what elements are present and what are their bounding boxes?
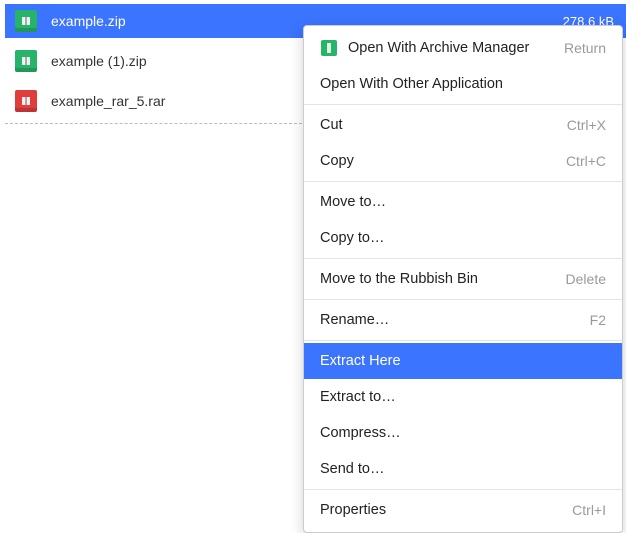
menu-item-label: Copy [320,153,566,169]
menu-item-extract-here[interactable]: Extract Here [304,343,622,379]
menu-item-extract-to[interactable]: Extract to… [304,379,622,415]
menu-item-shortcut: Ctrl+C [566,153,606,169]
menu-item-shortcut: Return [564,40,606,56]
menu-item-properties[interactable]: PropertiesCtrl+I [304,492,622,528]
menu-item-cut[interactable]: CutCtrl+X [304,107,622,143]
menu-item-rename[interactable]: Rename…F2 [304,302,622,338]
rar-file-icon [15,90,37,112]
menu-item-move-to-the-rubbish-bin[interactable]: Move to the Rubbish BinDelete [304,261,622,297]
menu-item-label: Move to the Rubbish Bin [320,271,566,287]
menu-item-move-to[interactable]: Move to… [304,184,622,220]
menu-separator [304,258,622,259]
menu-item-label: Extract Here [320,353,606,369]
menu-separator [304,299,622,300]
menu-item-label: Open With Archive Manager [348,40,564,56]
zip-file-icon [15,50,37,72]
menu-item-copy[interactable]: CopyCtrl+C [304,143,622,179]
menu-separator [304,340,622,341]
menu-item-open-with-other-application[interactable]: Open With Other Application [304,66,622,102]
menu-item-send-to[interactable]: Send to… [304,451,622,487]
zip-file-icon [15,10,37,32]
menu-item-label: Extract to… [320,389,606,405]
menu-item-label: Cut [320,117,567,133]
menu-item-shortcut: Ctrl+I [572,502,606,518]
menu-item-shortcut: Ctrl+X [567,117,606,133]
menu-item-label: Copy to… [320,230,606,246]
menu-item-compress[interactable]: Compress… [304,415,622,451]
menu-item-label: Move to… [320,194,606,210]
menu-item-label: Send to… [320,461,606,477]
archive-app-icon [320,39,338,57]
menu-item-label: Open With Other Application [320,76,606,92]
menu-item-label: Compress… [320,425,606,441]
menu-separator [304,181,622,182]
context-menu: Open With Archive ManagerReturnOpen With… [303,25,623,533]
menu-separator [304,489,622,490]
menu-item-shortcut: Delete [566,271,606,287]
menu-item-copy-to[interactable]: Copy to… [304,220,622,256]
menu-item-shortcut: F2 [590,312,606,328]
menu-separator [304,104,622,105]
menu-item-open-with-archive-manager[interactable]: Open With Archive ManagerReturn [304,30,622,66]
menu-item-label: Properties [320,502,572,518]
menu-item-label: Rename… [320,312,590,328]
